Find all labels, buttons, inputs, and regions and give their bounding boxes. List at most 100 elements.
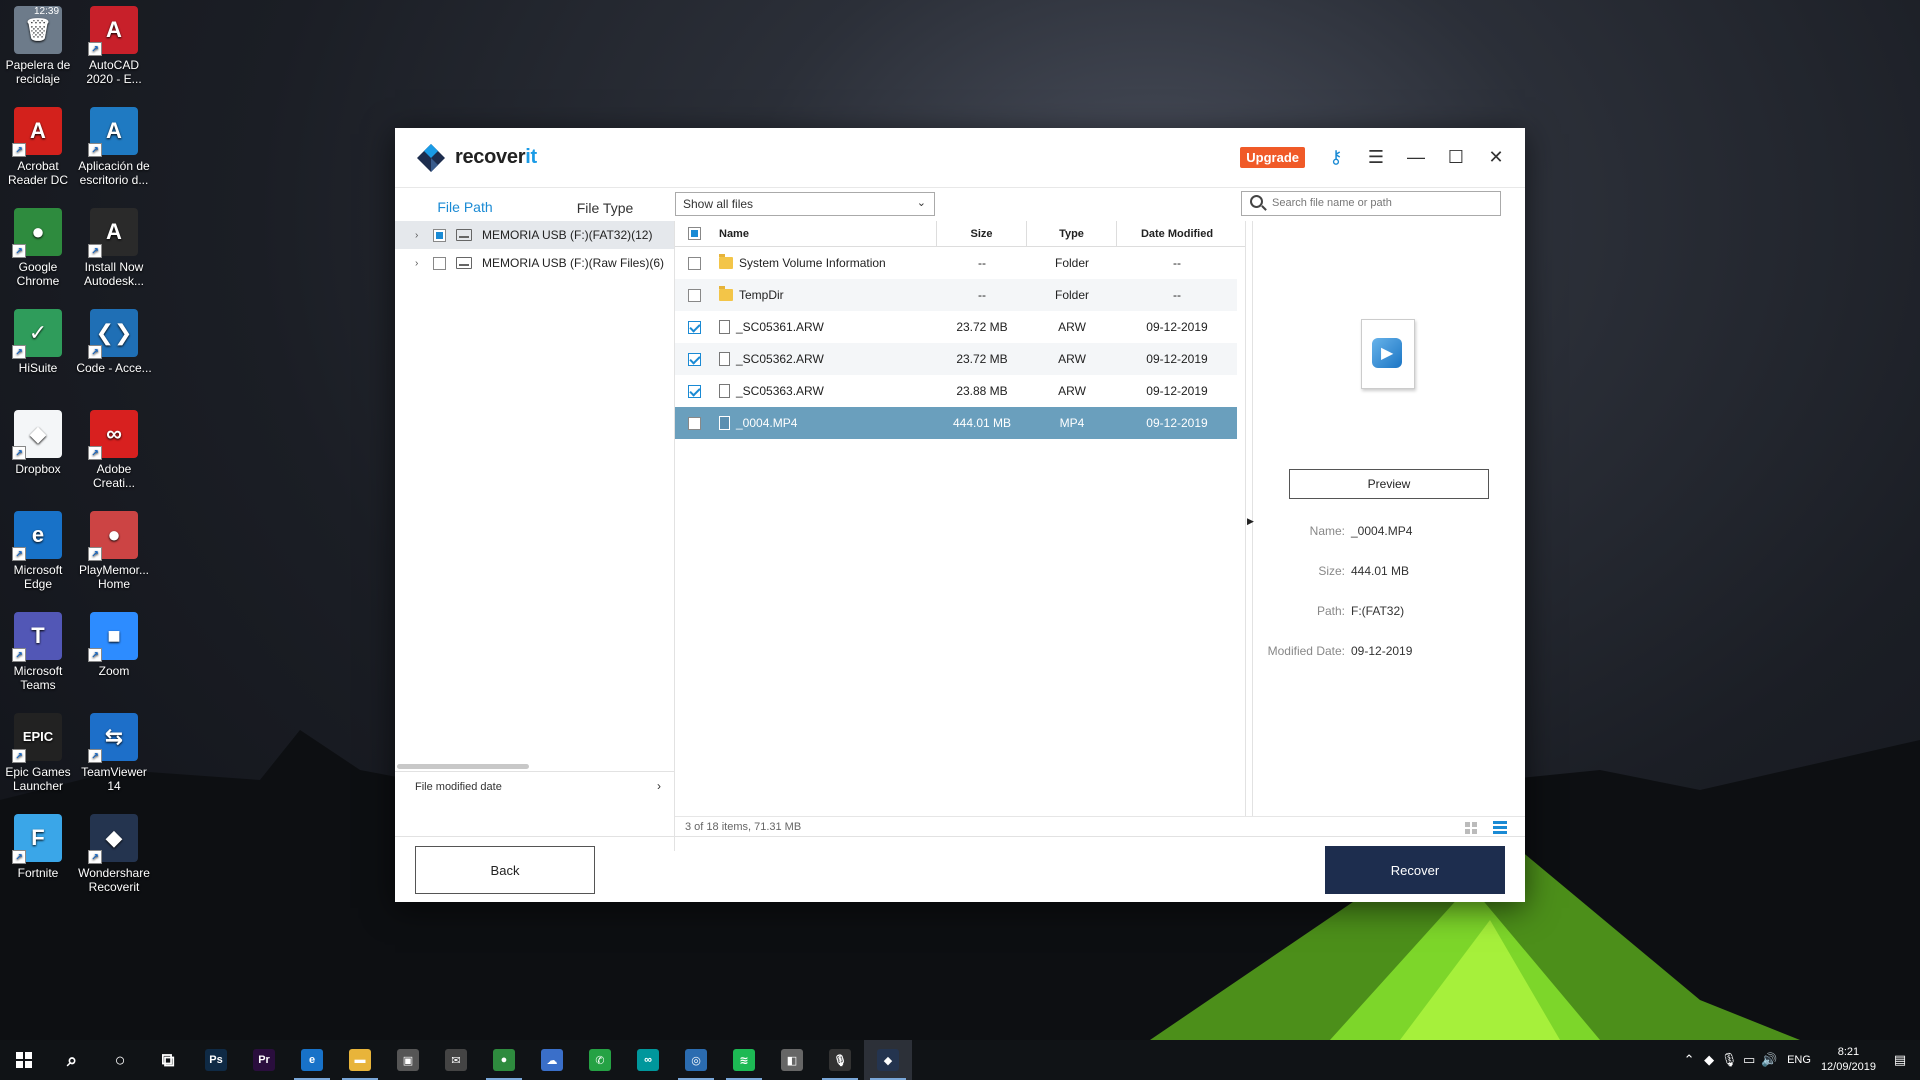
desktop-icon[interactable]: ● ↗ Google Chrome	[0, 208, 76, 288]
file-checkbox[interactable]	[687, 256, 701, 270]
file-row[interactable]: _SC05361.ARW 23.72 MB ARW 09-12-2019	[675, 311, 1237, 343]
tray-chevron-up-icon[interactable]: ⌃	[1679, 1052, 1699, 1068]
column-size[interactable]: Size	[937, 221, 1027, 246]
desktop-icon[interactable]: ✓ ↗ HiSuite	[0, 309, 76, 375]
tree-item[interactable]: › MEMORIA USB (F:)(Raw Files)(6)	[395, 249, 674, 277]
file-row[interactable]: System Volume Information -- Folder --	[675, 247, 1237, 279]
desktop-icon[interactable]: EPIC ↗ Epic Games Launcher	[0, 713, 76, 793]
desktop-icon[interactable]: T ↗ Microsoft Teams	[0, 612, 76, 692]
file-row[interactable]: TempDir -- Folder --	[675, 279, 1237, 311]
meta-name-label: Name:	[1309, 524, 1345, 538]
key-icon[interactable]: ⚷	[1327, 147, 1345, 167]
grid-view-icon[interactable]	[1465, 822, 1477, 834]
tray-time: 8:21	[1837, 1046, 1860, 1058]
desktop-icon-label: Install Now Autodesk...	[83, 260, 145, 288]
tray-date: 12/09/2019	[1820, 1061, 1876, 1073]
tray-volume-icon[interactable]: 🔊	[1759, 1052, 1779, 1068]
file-checkbox[interactable]	[687, 384, 701, 398]
file-row[interactable]: _SC05362.ARW 23.72 MB ARW 09-12-2019	[675, 343, 1237, 375]
expand-arrow-icon[interactable]: ›	[415, 230, 423, 241]
column-name[interactable]: Name	[713, 221, 937, 246]
taskbar-button[interactable]: ✉	[432, 1040, 480, 1080]
meta-path-label: Path:	[1316, 604, 1345, 618]
desktop-app-icon: T ↗	[12, 612, 62, 662]
system-tray: ⌃ ◆ 🎙 ▭ 🔊 ENG 8:21 12/09/2019 ▤	[1679, 1040, 1920, 1080]
taskbar-button[interactable]: ∞	[624, 1040, 672, 1080]
taskbar-button[interactable]: ◧	[768, 1040, 816, 1080]
taskbar-button[interactable]: ⧉	[144, 1040, 192, 1080]
close-icon[interactable]: ✕	[1487, 147, 1505, 167]
desktop-icon-label: PlayMemor... Home	[78, 563, 150, 591]
file-size: 444.01 MB	[952, 416, 1012, 430]
photoshop-icon: Ps	[205, 1049, 227, 1071]
desktop-icon[interactable]: F ↗ Fortnite	[0, 814, 76, 880]
select-all-checkbox[interactable]	[687, 227, 701, 240]
file-row[interactable]: _0004.MP4 444.01 MB MP4 09-12-2019	[675, 407, 1237, 439]
tray-dropbox-icon[interactable]: ◆	[1699, 1052, 1719, 1068]
desktop-icon-label: Epic Games Launcher	[5, 765, 71, 793]
desktop-icon[interactable]: 🗑 Papelera de reciclaje	[0, 6, 76, 86]
taskbar-button[interactable]: ●	[480, 1040, 528, 1080]
recover-button[interactable]: Recover	[1325, 846, 1505, 894]
taskbar-button[interactable]: ▬	[336, 1040, 384, 1080]
search-input[interactable]: Search file name or path	[1241, 191, 1501, 216]
list-view-icon[interactable]	[1493, 821, 1507, 834]
tray-microphone-icon[interactable]: 🎙	[1719, 1052, 1739, 1068]
file-checkbox[interactable]	[687, 288, 701, 302]
desktop-icon[interactable]: A ↗ Acrobat Reader DC	[0, 107, 76, 187]
file-modified-date-filter[interactable]: File modified date ›	[395, 771, 675, 801]
file-row[interactable]: _SC05363.ARW 23.88 MB ARW 09-12-2019	[675, 375, 1237, 407]
expand-arrow-icon[interactable]: ›	[415, 258, 423, 269]
tree-item[interactable]: › MEMORIA USB (F:)(FAT32)(12)	[395, 221, 674, 249]
taskbar-button[interactable]: Pr	[240, 1040, 288, 1080]
desktop-icon[interactable]: ◆ ↗ Wondershare Recoverit	[76, 814, 152, 894]
desktop-icon[interactable]: e ↗ Microsoft Edge	[0, 511, 76, 591]
taskbar-button[interactable]: e	[288, 1040, 336, 1080]
notifications-icon[interactable]: ▤	[1890, 1052, 1910, 1068]
column-date-modified[interactable]: Date Modified	[1117, 221, 1237, 246]
desktop-app-icon: ● ↗	[12, 208, 62, 258]
taskbar-button[interactable]: ▣	[384, 1040, 432, 1080]
preview-button[interactable]: Preview	[1289, 469, 1489, 499]
shortcut-arrow-icon: ↗	[88, 42, 102, 56]
desktop-icon[interactable]: ∞ ↗ Adobe Creati...	[76, 410, 152, 490]
minimize-icon[interactable]: —	[1407, 147, 1425, 167]
taskbar-button[interactable]: ◆	[864, 1040, 912, 1080]
file-checkbox[interactable]	[687, 320, 701, 334]
taskbar-button[interactable]: Ps	[192, 1040, 240, 1080]
tray-clock[interactable]: 8:21 12/09/2019	[1821, 1045, 1876, 1075]
taskbar-button[interactable]: ≋	[720, 1040, 768, 1080]
tree-item-checkbox[interactable]	[433, 228, 446, 242]
desktop-icon[interactable]: ◆ ↗ Dropbox	[0, 410, 76, 476]
taskbar-button[interactable]: ○	[96, 1040, 144, 1080]
meta-date: Modified Date: 09-12-2019	[1253, 644, 1525, 658]
menu-icon[interactable]: ☰	[1367, 147, 1385, 167]
taskbar-button[interactable]: ☁	[528, 1040, 576, 1080]
start-button[interactable]	[0, 1040, 48, 1080]
file-type: ARW	[1058, 384, 1086, 398]
file-checkbox[interactable]	[687, 416, 701, 430]
taskbar-button[interactable]: ✆	[576, 1040, 624, 1080]
desktop-icon[interactable]: A ↗ Aplicación de escritorio d...	[76, 107, 152, 187]
tray-language[interactable]: ENG	[1787, 1054, 1811, 1066]
taskbar-button[interactable]: 🎙	[816, 1040, 864, 1080]
desktop-icon[interactable]: ■ ↗ Zoom	[76, 612, 152, 678]
tray-network-icon[interactable]: ▭	[1739, 1052, 1759, 1068]
desktop-icon[interactable]: A ↗ Install Now Autodesk...	[76, 208, 152, 288]
desktop-app-icon: e ↗	[12, 511, 62, 561]
desktop-icon[interactable]: ❮❯ ↗ Code - Acce...	[76, 309, 152, 375]
column-type[interactable]: Type	[1027, 221, 1117, 246]
desktop-icon[interactable]: ⇆ ↗ TeamViewer 14	[76, 713, 152, 793]
pane-splitter[interactable]: ▶	[1245, 221, 1254, 816]
tree-item-checkbox[interactable]	[433, 256, 446, 270]
tree-scrollbar[interactable]	[397, 764, 529, 769]
back-button[interactable]: Back	[415, 846, 595, 894]
file-filter-select[interactable]: Show all files ⌄	[675, 192, 935, 216]
taskbar-button[interactable]: ◎	[672, 1040, 720, 1080]
file-checkbox[interactable]	[687, 352, 701, 366]
desktop-icon[interactable]: A ↗ AutoCAD 2020 - E...	[76, 6, 152, 86]
maximize-icon[interactable]: ☐	[1447, 147, 1465, 167]
taskbar-button[interactable]: ⌕	[48, 1040, 96, 1080]
upgrade-button[interactable]: Upgrade	[1240, 147, 1305, 168]
desktop-icon[interactable]: ● ↗ PlayMemor... Home	[76, 511, 152, 591]
